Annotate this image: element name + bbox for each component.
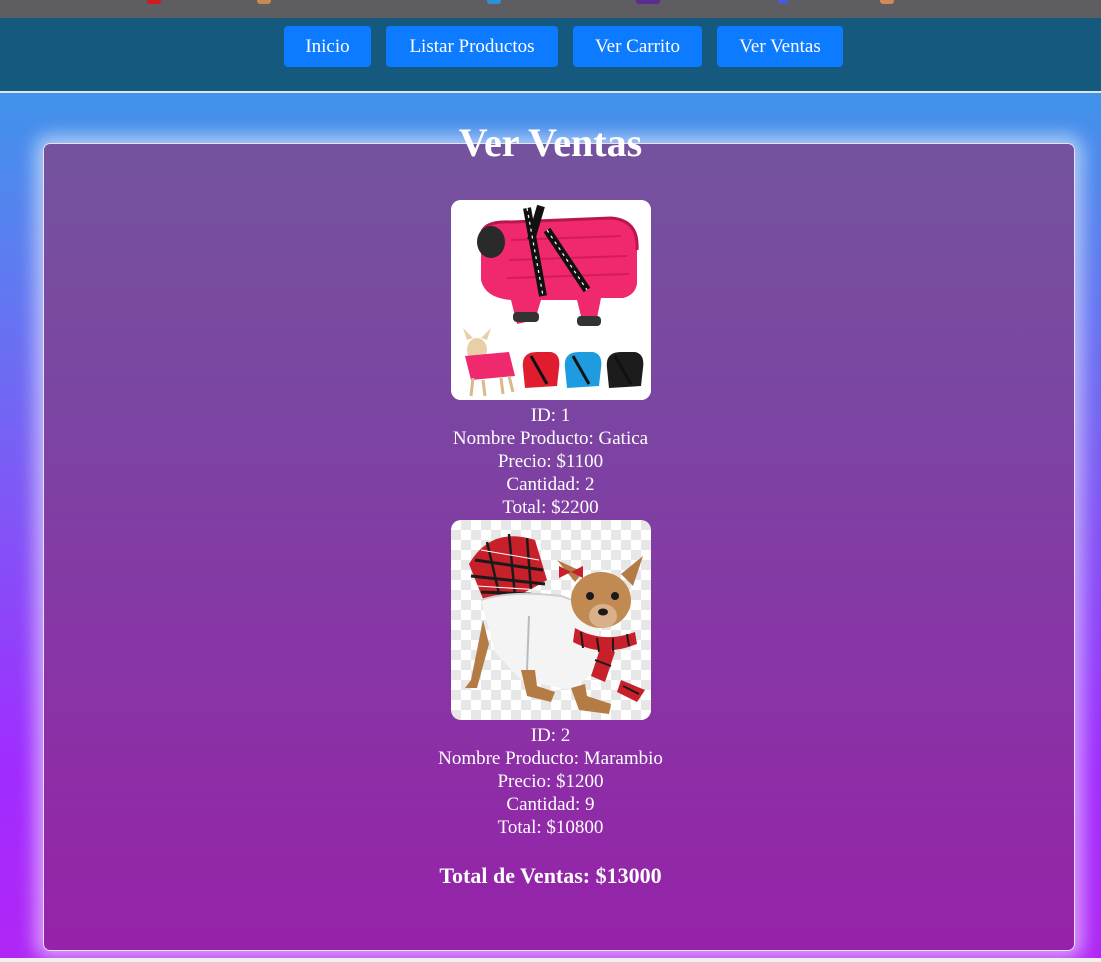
sale-price: Precio: $1100 xyxy=(497,451,604,472)
top-navigation: Inicio Listar Productos Ver Carrito Ver … xyxy=(0,18,1101,93)
bookmark-icon[interactable] xyxy=(778,0,788,4)
page-bottom-edge xyxy=(0,958,1101,962)
sale-item: ID: 1 Nombre Producto: Gatica Precio: $1… xyxy=(0,200,1101,519)
nav-inicio-button[interactable]: Inicio xyxy=(284,26,371,67)
sale-total: Total: $2200 xyxy=(502,497,599,518)
dog-puffer-coat-image xyxy=(450,200,651,400)
sale-item: ID: 2 Nombre Producto: Marambio Precio: … xyxy=(0,520,1101,839)
sale-product-name: Nombre Producto: Marambio xyxy=(438,748,663,769)
sale-id: ID: 2 xyxy=(530,725,571,746)
product-image xyxy=(450,200,651,400)
sale-quantity: Cantidad: 2 xyxy=(506,474,595,495)
bookmark-icon[interactable] xyxy=(257,0,271,4)
browser-bookmarks-bar xyxy=(0,0,1101,18)
sale-id: ID: 1 xyxy=(530,405,571,426)
bookmark-icon[interactable] xyxy=(880,0,894,4)
sale-total: Total: $10800 xyxy=(497,817,604,838)
bookmark-icon[interactable] xyxy=(636,0,660,4)
bookmark-icon[interactable] xyxy=(147,0,161,4)
sale-price: Precio: $1200 xyxy=(497,771,604,792)
nav-ver-ventas-button[interactable]: Ver Ventas xyxy=(717,26,843,67)
nav-listar-productos-button[interactable]: Listar Productos xyxy=(386,26,558,67)
product-image xyxy=(450,520,651,720)
nav-ver-carrito-button[interactable]: Ver Carrito xyxy=(573,26,702,67)
sales-grand-total: Total de Ventas: $13000 xyxy=(439,863,662,888)
sale-quantity: Cantidad: 9 xyxy=(506,794,595,815)
dog-plaid-outfit-image xyxy=(464,533,645,714)
bookmark-icon[interactable] xyxy=(487,0,501,4)
sale-product-name: Nombre Producto: Gatica xyxy=(452,428,649,449)
